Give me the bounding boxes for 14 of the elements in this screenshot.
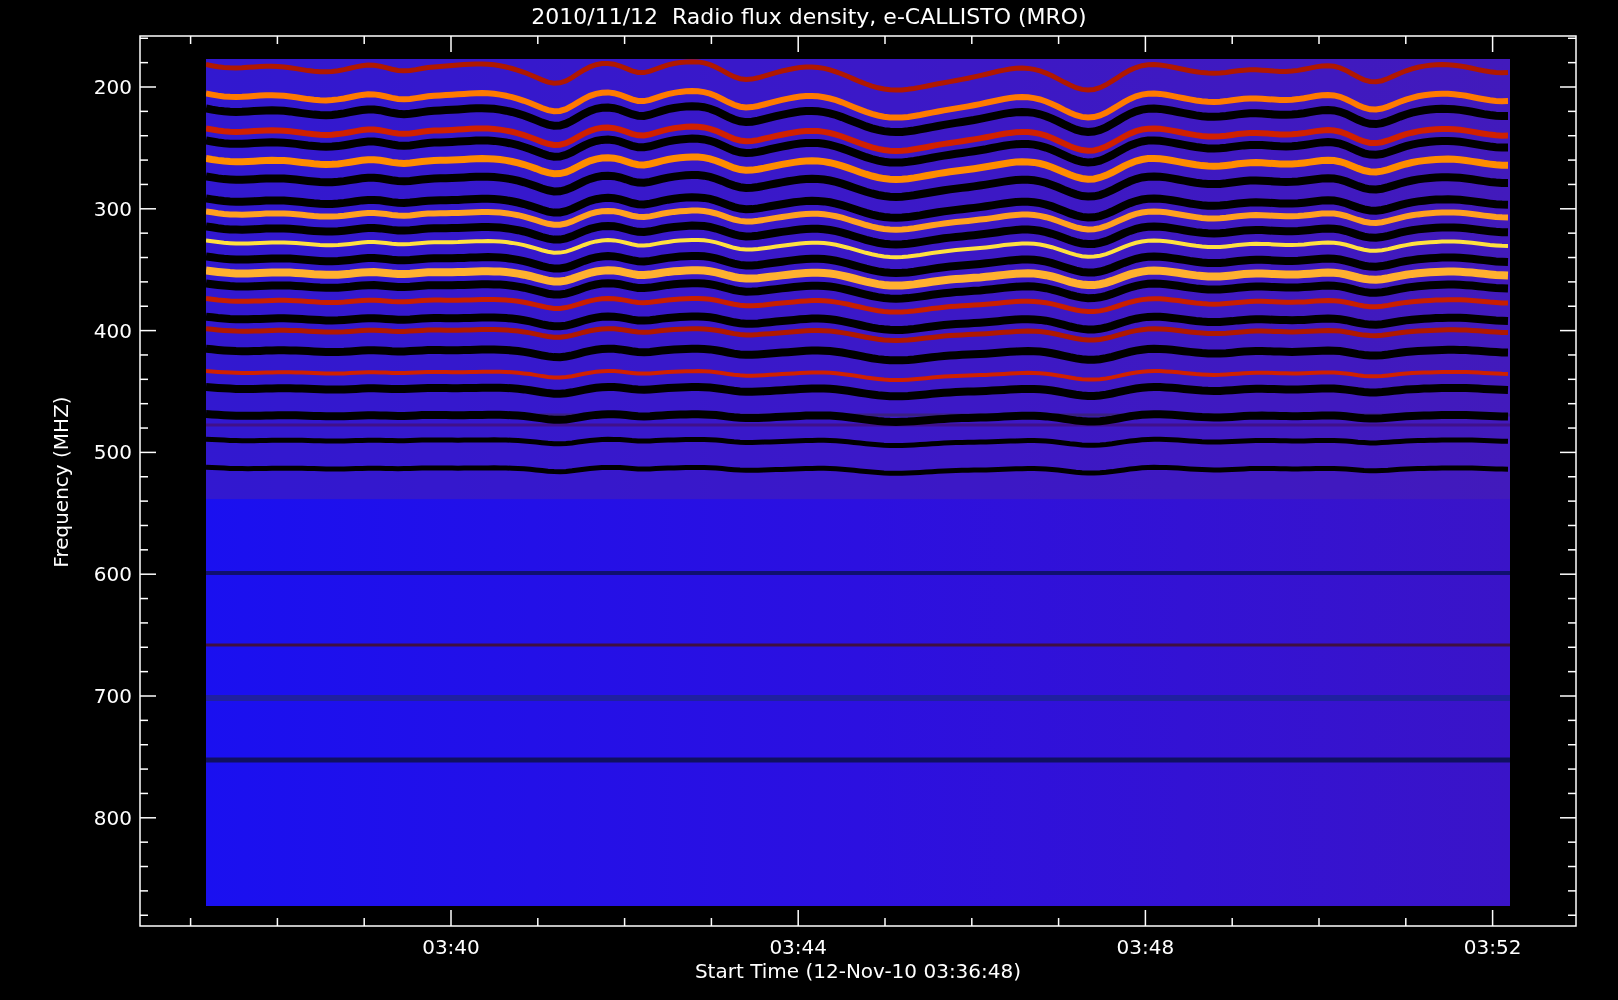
x-axis-label: Start Time (12-Nov-10 03:36:48) — [694, 959, 1022, 983]
x-tick-label: 03:52 — [1463, 935, 1522, 959]
y-tick-label: 300 — [93, 196, 132, 221]
y-tick-label: 800 — [93, 805, 132, 830]
chart-title: 2010/11/12 Radio flux density, e-CALLISTO (MRO) — [531, 4, 1087, 29]
y-axis-label: Frequency (MHZ) — [49, 396, 73, 568]
x-tick-label: 03:48 — [1116, 935, 1175, 959]
x-tick-label: 03:44 — [769, 935, 827, 959]
x-tick-label: 03:40 — [422, 935, 480, 959]
y-tick-label: 700 — [93, 684, 132, 708]
y-tick-label: 500 — [93, 440, 132, 465]
y-tick-label: 400 — [93, 318, 132, 343]
y-tick-label: 200 — [93, 75, 132, 99]
y-tick-label: 600 — [93, 562, 132, 587]
